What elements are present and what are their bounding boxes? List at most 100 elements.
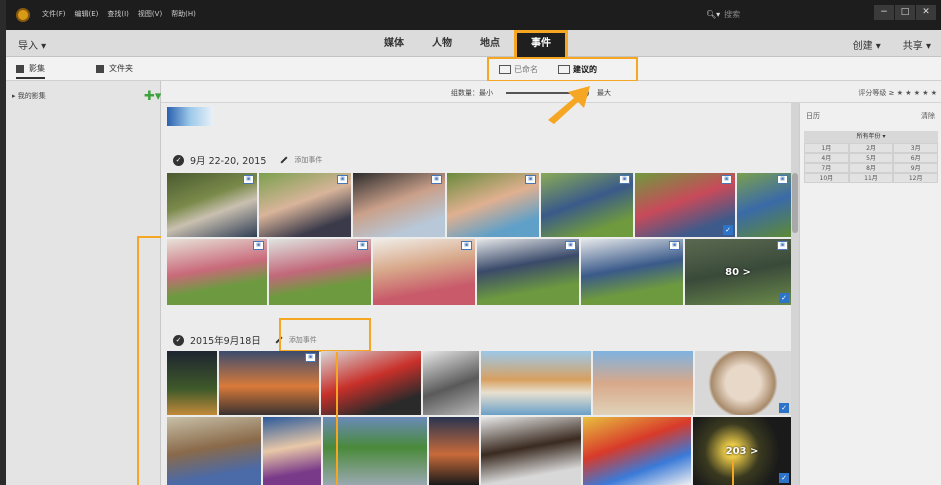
selected-check-icon: ✓ (779, 293, 789, 303)
month-cell[interactable]: 3月 (893, 143, 938, 153)
more-photos-count: 203 > (725, 445, 759, 457)
calendar-label: 日历 (806, 112, 820, 120)
menu-edit[interactable]: 编辑(E) (75, 9, 99, 19)
suggested-events-button[interactable]: 建议的 (558, 64, 597, 75)
photo-thumbnail[interactable]: ▣ (167, 239, 267, 305)
photo-thumbnail-more[interactable]: 203 > ✓ (693, 417, 791, 485)
search-input[interactable]: 🔍︎▾ 搜索 (706, 9, 836, 22)
photo-thumbnail[interactable]: ▣ (167, 173, 257, 237)
tab-folders[interactable]: 文件夹 (96, 63, 133, 74)
menu-view[interactable]: 视图(V) (138, 9, 162, 19)
photo-thumbnail[interactable] (263, 417, 321, 485)
calendar-suggest-icon (558, 65, 570, 74)
photo-thumbnail[interactable]: ▣ (259, 173, 351, 237)
pencil-icon (280, 156, 288, 164)
tab-events[interactable]: 事件 (514, 30, 568, 57)
photo-thumbnail[interactable]: ▣ (353, 173, 445, 237)
edited-badge-icon: ▣ (777, 175, 788, 184)
scrollbar-thumb[interactable] (792, 173, 798, 233)
album-icon (16, 64, 24, 73)
photo-thumbnail[interactable] (167, 351, 217, 415)
edited-badge-icon: ▣ (431, 175, 442, 184)
count-label: 组数量：最小 (451, 89, 493, 97)
window-controls: − □ ✕ (874, 5, 936, 20)
my-albums-item[interactable]: ▸ 我的影集 (12, 91, 152, 101)
edited-badge-icon: ▣ (461, 241, 472, 250)
photo-thumbnail[interactable] (583, 417, 691, 485)
photo-thumbnail[interactable] (481, 417, 581, 485)
month-cell[interactable]: 10月 (804, 173, 849, 183)
photo-thumbnail[interactable]: ▣ ✓ (635, 173, 735, 237)
app-logo-icon (16, 8, 30, 22)
event-view-toggle: 已命名 建议的 (487, 57, 638, 82)
month-cell[interactable]: 11月 (848, 173, 894, 183)
menu-help[interactable]: 帮助(H) (171, 9, 196, 19)
tab-places[interactable]: 地点 (466, 30, 514, 57)
photo-thumbnail[interactable]: ▣ (541, 173, 633, 237)
photo-thumbnail[interactable]: ✓ (695, 351, 791, 415)
add-event-link-1[interactable]: 添加事件 (294, 155, 322, 165)
photo-thumbnail[interactable] (323, 417, 427, 485)
callout-line (137, 236, 161, 238)
named-events-button[interactable]: 已命名 (499, 64, 538, 75)
month-cell[interactable]: 1月 (804, 143, 849, 153)
edited-badge-icon: ▣ (253, 241, 264, 250)
photo-thumbnail[interactable]: ▣ (373, 239, 475, 305)
tab-albums[interactable]: 影集 (16, 63, 45, 79)
clear-button[interactable]: 清除 (921, 111, 935, 121)
group-check-icon[interactable]: ✓ (173, 154, 184, 166)
month-cell[interactable]: 2月 (848, 143, 894, 153)
share-button[interactable]: 共享 ▾ (903, 37, 931, 52)
edited-badge-icon: ▣ (357, 241, 368, 250)
view-tabs: 媒体 人物 地点 事件 (370, 30, 568, 57)
photo-thumbnail[interactable]: ▣ (447, 173, 539, 237)
photo-thumbnail[interactable] (593, 351, 693, 415)
edited-badge-icon: ▣ (669, 241, 680, 250)
photo-thumbnail[interactable] (429, 417, 479, 485)
main-tab-bar: 导入 ▾ 媒体 人物 地点 事件 创建 ▾ 共享 ▾ (6, 30, 941, 57)
photo-thumbnail-more[interactable]: ▣ 80 > ✓ (685, 239, 791, 305)
photo-thumbnail[interactable] (423, 351, 479, 415)
count-max-label: 最大 (597, 89, 611, 97)
edited-badge-icon: ▣ (243, 175, 254, 184)
tab-media[interactable]: 媒体 (370, 30, 418, 57)
month-cell[interactable]: 7月 (804, 163, 849, 173)
photo-thumbnail[interactable]: ▣ (477, 239, 579, 305)
menu-file[interactable]: 文件(F) (42, 9, 66, 19)
calendar-header: 日历 清除 (806, 111, 935, 121)
minimize-button[interactable]: − (874, 5, 894, 20)
grid-scrollbar[interactable] (791, 103, 799, 485)
photo-thumbnail[interactable] (481, 351, 591, 415)
add-album-icon[interactable]: ✚▾ (144, 89, 161, 104)
month-cell[interactable]: 12月 (893, 173, 938, 183)
tab-people[interactable]: 人物 (418, 30, 466, 57)
rating-filter[interactable]: 评分等级 ≥ ★ ★ ★ ★ ★ (858, 88, 937, 98)
title-bar: 文件(F) 编辑(E) 查找(I) 视图(V) 帮助(H) 🔍︎▾ 搜索 − □ … (6, 0, 941, 30)
create-button[interactable]: 创建 ▾ (853, 37, 881, 52)
callout-line (336, 352, 338, 485)
photo-thumbnail[interactable]: ▣ (581, 239, 683, 305)
photo-thumbnail[interactable]: ▣ (269, 239, 371, 305)
month-cell[interactable]: 4月 (804, 153, 849, 163)
month-cell[interactable]: 5月 (848, 153, 894, 163)
photo-thumbnail[interactable]: ▣ (219, 351, 319, 415)
callout-arrow-icon (548, 86, 590, 124)
year-select[interactable]: 所有年份 ▾ (804, 131, 938, 143)
group-date-2: 2015年9月18日 (190, 336, 261, 347)
group-check-icon[interactable]: ✓ (173, 334, 184, 346)
photo-thumbnail[interactable]: ▣ (737, 173, 791, 237)
menu-find[interactable]: 查找(I) (107, 9, 129, 19)
photo-thumbnail[interactable] (167, 417, 261, 485)
month-cell[interactable]: 9月 (893, 163, 938, 173)
month-cell[interactable]: 8月 (848, 163, 894, 173)
menu-bar: 文件(F) 编辑(E) 查找(I) 视图(V) 帮助(H) (42, 9, 196, 19)
month-cell[interactable]: 6月 (893, 153, 938, 163)
prev-group-thumbnail[interactable] (167, 107, 213, 126)
folder-icon (96, 64, 104, 73)
close-button[interactable]: ✕ (916, 5, 936, 20)
edited-badge-icon: ▣ (337, 175, 348, 184)
named-label: 已命名 (514, 65, 538, 74)
maximize-button[interactable]: □ (895, 5, 915, 20)
app-window: 文件(F) 编辑(E) 查找(I) 视图(V) 帮助(H) 🔍︎▾ 搜索 − □ … (6, 0, 941, 485)
import-button[interactable]: 导入 ▾ (18, 37, 46, 52)
